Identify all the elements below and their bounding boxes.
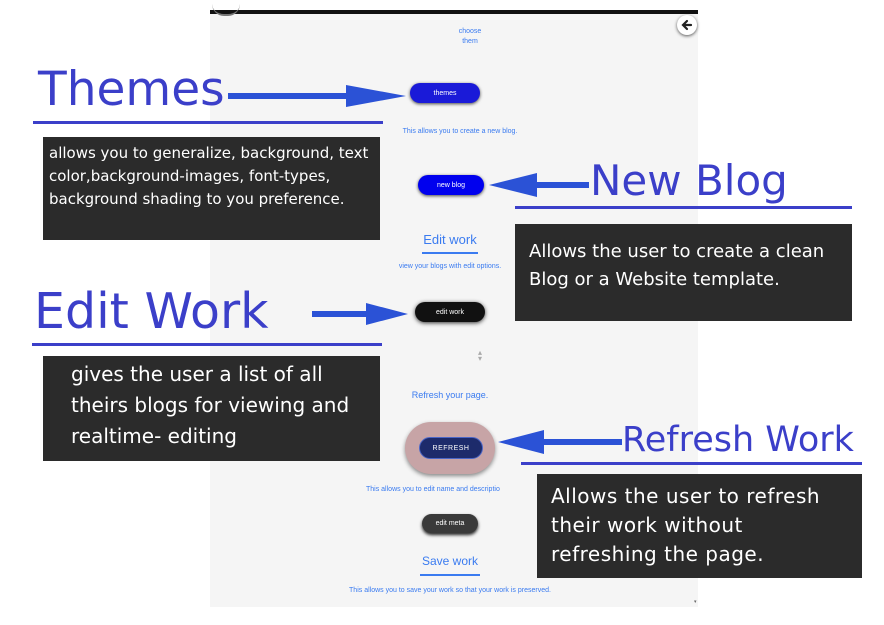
choose-label: choose [458,28,482,35]
save-work-title-underline [420,574,480,576]
new-blog-annotation-box: Allows the user to create a clean Blog o… [515,224,852,321]
themes-annotation-box: allows you to generalize, background, te… [43,137,380,240]
new-blog-annotation-heading: New Blog [590,156,788,205]
themes-heading-underline [33,121,383,124]
themes-button[interactable]: themes [410,83,480,103]
edit-work-annotation-heading: Edit Work [34,283,269,340]
edit-meta-button[interactable]: edit meta [422,514,478,533]
refresh-annotation-heading: Refresh Work [622,420,854,460]
scroll-indicator-icon: ▾ [694,599,697,605]
panel-top-border [210,10,698,14]
themes-annotation-text: allows you to generalize, background, te… [49,144,369,208]
new-blog-heading-underline [515,206,852,209]
edit-work-pointer-arrow [312,303,408,325]
edit-work-annotation-box: gives the user a list of all theirs blog… [43,356,380,461]
save-work-description: This allows you to save your work so tha… [349,587,551,594]
sort-arrows-icon[interactable]: ▴ ▾ [478,349,482,363]
themes-pointer-arrow [228,85,406,107]
edit-work-heading-underline [32,343,382,346]
back-arrow-circle-icon[interactable] [677,15,697,35]
refresh-description: Refresh your page. [411,390,489,400]
edit-work-description: view your blogs with edit options. [398,263,502,270]
refresh-pointer-arrow [498,430,622,454]
refresh-annotation-box: Allows the user to refresh their work wi… [537,474,862,578]
new-blog-annotation-text: Allows the user to create a clean Blog o… [529,241,825,290]
new-blog-pointer-arrow [489,173,589,197]
edit-meta-description: This allows you to edit name and descrip… [366,486,500,493]
edit-work-button[interactable]: edit work [415,302,485,322]
save-work-title: Save work [421,554,479,568]
refresh-button[interactable]: REFRESH [419,437,483,459]
new-blog-description: This allows you to create a new blog. [402,128,518,135]
edit-work-title: Edit work [423,232,477,247]
themes-annotation-heading: Themes [38,62,225,117]
new-blog-button[interactable]: new blog [418,175,484,195]
refresh-heading-underline [521,462,862,465]
them-label: them [462,38,478,45]
refresh-annotation-text: Allows the user to refresh their work wi… [551,484,821,566]
edit-work-annotation-text: gives the user a list of all theirs blog… [71,362,350,448]
edit-work-title-underline [422,252,478,254]
